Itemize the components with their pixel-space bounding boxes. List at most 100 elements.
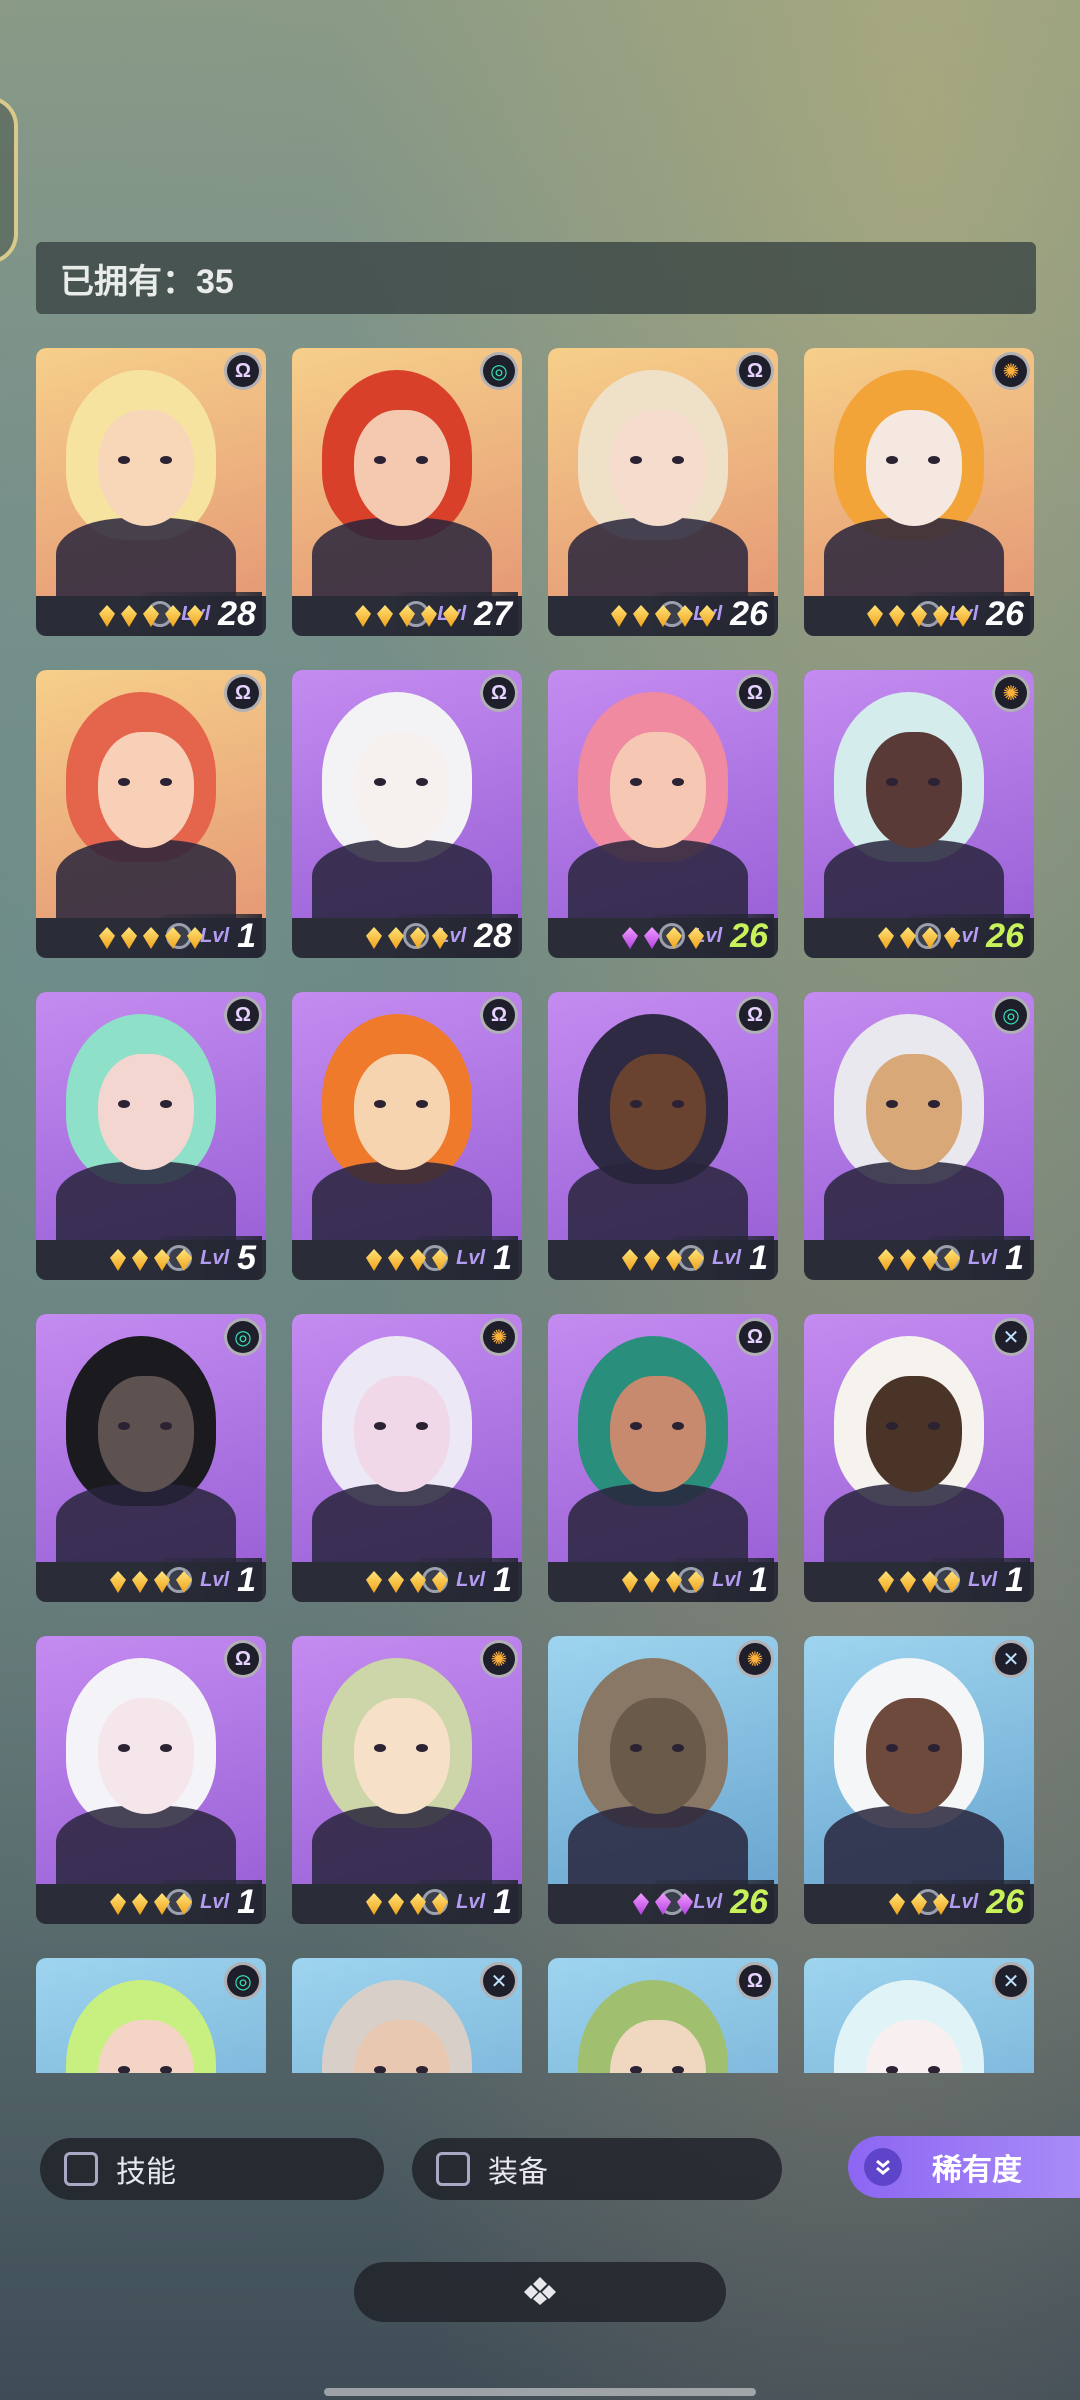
gem-star-icon — [443, 605, 459, 627]
hero-eye — [118, 778, 130, 786]
hero-card[interactable]: ✕ — [804, 1958, 1034, 2073]
owned-count-label: 已拥有：35 — [60, 262, 234, 301]
hero-face — [610, 1376, 706, 1492]
hero-eye — [416, 2066, 428, 2073]
gem-star-icon — [688, 1249, 704, 1271]
hero-eye — [160, 1422, 172, 1430]
gem-star-icon — [955, 605, 971, 627]
gem-star-icon — [922, 927, 938, 949]
skill-filter-label: 技能 — [116, 2156, 176, 2189]
hero-body — [568, 1162, 748, 1240]
gem-star-icon — [388, 1249, 404, 1271]
gem-star-icon — [154, 1893, 170, 1915]
hero-eye — [416, 1100, 428, 1108]
equipment-filter-toggle[interactable]: 装备 — [412, 2138, 782, 2200]
hero-card[interactable]: ◎ Lvl 1 — [36, 1314, 266, 1602]
hero-eye — [374, 1422, 386, 1430]
hero-card[interactable]: ✺Lvl26 — [548, 1636, 778, 1924]
gem-star-icon — [388, 1571, 404, 1593]
hero-card[interactable]: Ω — [548, 1958, 778, 2073]
rarity-sort-button[interactable]: 稀有度 — [848, 2136, 1080, 2198]
hero-card[interactable]: Ω Lvl 1 — [292, 992, 522, 1280]
hero-card[interactable]: ✕ Lvl 1 — [804, 1314, 1034, 1602]
more-options-button[interactable] — [354, 2262, 726, 2322]
hero-eye — [672, 456, 684, 464]
hero-card[interactable]: ✺ Lvl 1 — [292, 1636, 522, 1924]
gem-star-icon — [187, 605, 203, 627]
gem-star-icon — [644, 1249, 660, 1271]
skill-filter-toggle[interactable]: 技能 — [40, 2138, 384, 2200]
gem-star-icon — [944, 1571, 960, 1593]
hero-card[interactable]: ✺ Lvl 1 — [292, 1314, 522, 1602]
hero-card[interactable]: ✕ Lvl 26 — [804, 1636, 1034, 1924]
equipment-filter-label: 装备 — [488, 2156, 548, 2189]
hero-face — [866, 1376, 962, 1492]
gem-star-icon — [366, 1893, 382, 1915]
hero-eye — [374, 2066, 386, 2073]
hero-body — [56, 840, 236, 918]
hero-eye — [118, 1422, 130, 1430]
gem-star-icon — [688, 927, 704, 949]
hero-body — [824, 840, 1004, 918]
hero-body — [824, 1806, 1004, 1884]
gem-star-icon — [922, 1249, 938, 1271]
gem-star-icon — [165, 605, 181, 627]
cross-faction-icon: ✕ — [992, 1640, 1030, 1678]
hero-body — [312, 1484, 492, 1562]
sun-faction-icon: ✺ — [480, 1640, 518, 1678]
hero-body — [56, 518, 236, 596]
hero-eye — [672, 1744, 684, 1752]
equipment-checkbox[interactable] — [436, 2152, 470, 2186]
hero-card[interactable]: Ω Lvl 1 — [36, 1636, 266, 1924]
swirl-faction-icon: ◎ — [224, 1318, 262, 1356]
hero-face — [866, 1698, 962, 1814]
hero-face — [354, 1698, 450, 1814]
hero-eye — [928, 2066, 940, 2073]
gem-star-icon — [933, 605, 949, 627]
gem-star-icon — [143, 605, 159, 627]
hero-eye — [160, 456, 172, 464]
hero-card[interactable]: ΩLvl28 — [36, 348, 266, 636]
star-rating — [804, 596, 1034, 636]
gem-star-icon — [99, 605, 115, 627]
hero-card[interactable]: Ω Lvl 1 — [548, 1314, 778, 1602]
hero-card[interactable]: Ω Lvl 1 — [548, 992, 778, 1280]
gem-star-icon — [388, 927, 404, 949]
gem-star-icon — [165, 927, 181, 949]
hero-card[interactable]: ✺Lvl26 — [804, 670, 1034, 958]
hero-card[interactable]: ΩLvl26 — [548, 348, 778, 636]
hero-card[interactable]: ◎ — [36, 1958, 266, 2073]
hero-eye — [416, 456, 428, 464]
hero-card[interactable]: Ω Lvl 5 — [36, 992, 266, 1280]
hero-card[interactable]: ◎Lvl27 — [292, 348, 522, 636]
hero-body — [824, 1162, 1004, 1240]
gem-star-icon — [132, 1249, 148, 1271]
hero-face — [354, 1054, 450, 1170]
gem-star-icon — [911, 1893, 927, 1915]
hero-card[interactable]: ✕ — [292, 1958, 522, 2073]
skill-checkbox[interactable] — [64, 2152, 98, 2186]
side-tab-handle[interactable] — [0, 96, 18, 264]
home-indicator[interactable] — [324, 2388, 756, 2396]
cross-faction-icon: ✕ — [992, 1962, 1030, 2000]
gem-star-icon — [666, 1249, 682, 1271]
gem-star-icon — [176, 1571, 192, 1593]
hero-card[interactable]: ✺Lvl26 — [804, 348, 1034, 636]
omega-faction-icon: Ω — [736, 674, 774, 712]
gem-star-icon — [878, 927, 894, 949]
gem-star-icon — [611, 605, 627, 627]
hero-eye — [630, 1100, 642, 1108]
hero-eye — [630, 2066, 642, 2073]
sun-faction-icon: ✺ — [992, 674, 1030, 712]
gem-star-icon — [187, 927, 203, 949]
omega-faction-icon: Ω — [224, 674, 262, 712]
gem-star-icon — [622, 1571, 638, 1593]
hero-card[interactable]: ◎ Lvl 1 — [804, 992, 1034, 1280]
hero-eye — [630, 456, 642, 464]
hero-card[interactable]: ΩLvl28 — [292, 670, 522, 958]
cross-faction-icon: ✕ — [992, 1318, 1030, 1356]
gem-star-icon — [366, 927, 382, 949]
hero-card[interactable]: ΩLvl26 — [548, 670, 778, 958]
hero-card[interactable]: Ω Lvl 1 — [36, 670, 266, 958]
gem-star-icon — [176, 1249, 192, 1271]
